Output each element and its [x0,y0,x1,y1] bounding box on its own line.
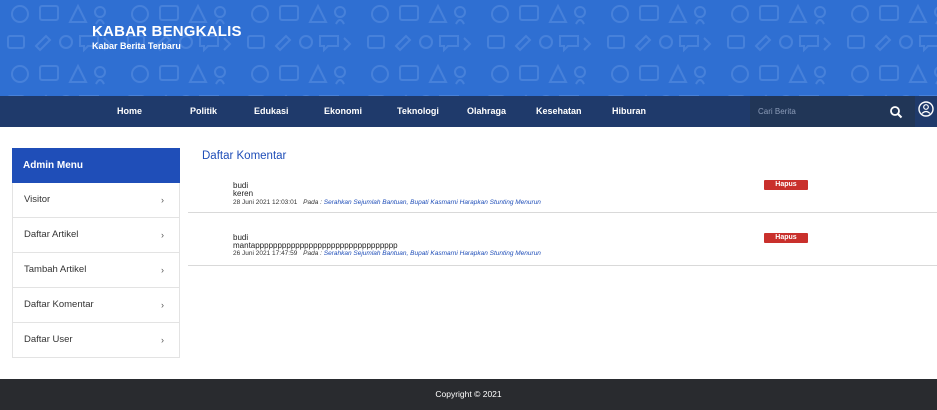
comment-text: mantapppppppppppppppppppppppppppppppp [233,241,398,250]
comment-item: budi mantapppppppppppppppppppppppppppppp… [188,229,937,266]
comment-text: keren [233,189,254,198]
search-button[interactable] [888,104,904,120]
sidebar-item-label: Tambah Artikel [24,264,87,275]
chevron-right-icon: › [161,300,164,310]
sidebar-item-tambah-artikel[interactable]: Tambah Artikel › [12,253,180,288]
chevron-right-icon: › [161,265,164,275]
brand-title: KABAR BENGKALIS [92,23,242,40]
site-header: KABAR BENGKALIS Kabar Berita Terbaru Hom… [0,0,937,127]
nav-teknologi[interactable]: Teknologi [397,96,439,127]
search-input[interactable] [750,96,885,127]
brand[interactable]: KABAR BENGKALIS Kabar Berita Terbaru [92,23,242,51]
comment-pada-label: Pada : [303,199,322,206]
site-footer: Copyright © 2021 [0,379,937,410]
nav-hiburan[interactable]: Hiburan [612,96,646,127]
comment-date: 28 Juni 2021 12:03:01 [233,199,298,206]
admin-sidebar: Admin Menu Visitor › Daftar Artikel › Ta… [12,148,180,358]
comment-item: budi keren 28 Juni 2021 12:03:01 Pada : … [188,176,937,213]
comment-meta: 26 Juni 2021 17:47:59 Pada : Serahkan Se… [233,250,541,257]
sidebar-heading: Admin Menu [12,148,180,183]
sidebar-item-visitor[interactable]: Visitor › [12,183,180,218]
sidebar-item-label: Daftar Komentar [24,299,94,310]
search-icon [890,106,903,119]
sidebar-item-label: Visitor [24,194,51,205]
nav-olahraga[interactable]: Olahraga [467,96,506,127]
delete-comment-button[interactable]: Hapus [764,180,808,190]
nav-ekonomi[interactable]: Ekonomi [324,96,362,127]
search-box [750,96,915,127]
nav-home[interactable]: Home [117,96,142,127]
sidebar-item-label: Daftar Artikel [24,229,79,240]
comment-pada-label: Pada : [303,250,322,257]
comment-meta: 28 Juni 2021 12:03:01 Pada : Serahkan Se… [233,199,541,206]
chevron-right-icon: › [161,195,164,205]
brand-subtitle: Kabar Berita Terbaru [92,41,181,51]
nav-politik[interactable]: Politik [190,96,217,127]
footer-copyright: Copyright © 2021 [435,389,502,399]
page-title: Daftar Komentar [202,150,287,162]
user-menu-button[interactable] [917,99,935,121]
sidebar-item-daftar-komentar[interactable]: Daftar Komentar › [12,288,180,323]
nav-edukasi[interactable]: Edukasi [254,96,289,127]
sidebar-item-label: Daftar User [24,334,73,345]
main-content: Daftar Komentar [202,150,937,162]
sidebar-item-daftar-artikel[interactable]: Daftar Artikel › [12,218,180,253]
comment-article-link[interactable]: Serahkan Sejumlah Bantuan, Bupati Kasmar… [324,250,541,257]
chevron-right-icon: › [161,335,164,345]
chevron-right-icon: › [161,230,164,240]
user-icon [918,101,934,117]
nav-kesehatan[interactable]: Kesehatan [536,96,582,127]
comment-date: 26 Juni 2021 17:47:59 [233,250,298,257]
delete-comment-button[interactable]: Hapus [764,233,808,243]
sidebar-item-daftar-user[interactable]: Daftar User › [12,323,180,358]
comment-article-link[interactable]: Serahkan Sejumlah Bantuan, Bupati Kasmar… [324,199,541,206]
